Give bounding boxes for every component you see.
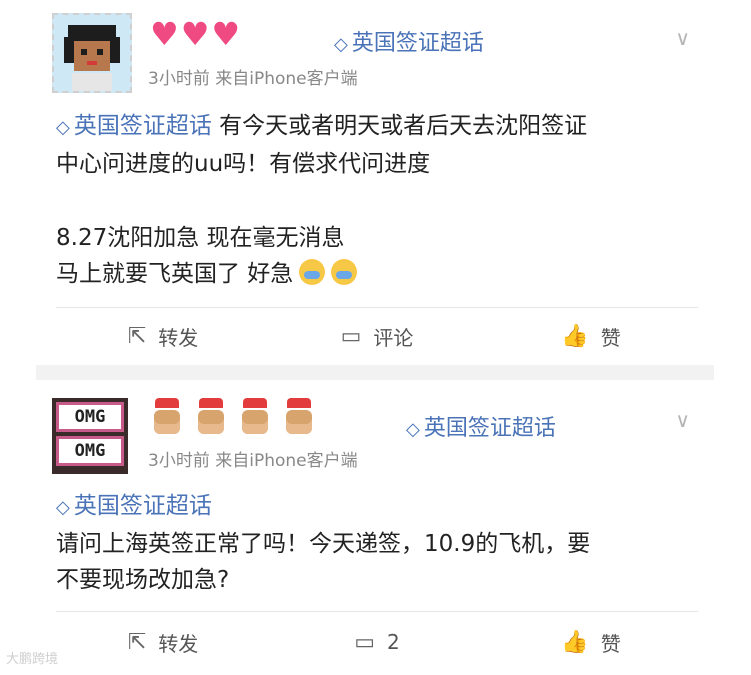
inline-topic-label: 英国签证超话 <box>73 493 212 519</box>
pixel-figure-icon <box>194 398 228 436</box>
comment-icon: ▭ <box>340 323 362 349</box>
crying-emoji-icon <box>331 259 358 285</box>
repost-button[interactable]: ⇱ 转发 <box>56 622 270 662</box>
post-separator <box>36 365 714 380</box>
topic-label: 英国签证超话 <box>351 31 484 56</box>
text-line-2: 不要现场改加急? <box>56 567 230 593</box>
watermark: 大鹏跨境 <box>6 652 59 667</box>
member-badges: ♥♥♥ <box>150 15 243 53</box>
topic-link[interactable]: ◇ 英国签证超话 <box>406 410 556 442</box>
diamond-icon: ◇ <box>406 419 420 440</box>
chevron-down-icon[interactable]: ∨ <box>675 408 690 432</box>
thumb-up-icon: 👍 <box>561 323 589 349</box>
text-line-4: 马上就要飞英国了 好急 <box>56 256 698 292</box>
member-badges <box>150 398 326 445</box>
diamond-icon: ◇ <box>334 34 348 55</box>
post-text: ◇ 英国签证超话 有今天或者明天或者后天去沈阳签证 中心问进度的uu吗！有偿求代问… <box>56 108 698 182</box>
text-line-3: 8.27沈阳加急 现在毫无消息 <box>56 225 345 251</box>
chevron-down-icon[interactable]: ∨ <box>675 26 690 50</box>
pixel-figure-icon <box>282 398 316 436</box>
comment-icon: ▭ <box>354 629 376 655</box>
pixel-figure-icon <box>238 398 272 436</box>
divider <box>56 307 698 308</box>
avatar-text: OMG <box>56 436 124 466</box>
text-line-4-label: 马上就要飞英国了 好急 <box>56 261 294 287</box>
diamond-icon: ◇ <box>56 117 70 138</box>
topic-label: 英国签证超话 <box>423 416 556 441</box>
avatar[interactable]: OMG OMG <box>52 398 128 474</box>
pixel-figure-icon <box>150 398 184 436</box>
comment-button[interactable]: ▭ 2 <box>270 622 484 662</box>
like-button[interactable]: 👍 赞 <box>484 316 698 356</box>
avatar[interactable] <box>52 13 132 93</box>
avatar-text: OMG <box>56 402 124 432</box>
repost-icon: ⇱ <box>127 629 147 655</box>
post-text-2: 8.27沈阳加急 现在毫无消息 马上就要飞英国了 好急 <box>56 220 698 292</box>
text-line-1: 请问上海英签正常了吗！今天递签，10.9的飞机，要 <box>56 531 591 557</box>
comment-label: 评论 <box>373 325 414 350</box>
crying-emoji-icon <box>299 259 326 285</box>
inline-topic-label: 英国签证超话 <box>73 113 212 139</box>
thumb-up-icon: 👍 <box>561 629 589 655</box>
repost-button[interactable]: ⇱ 转发 <box>56 316 270 356</box>
text-line-1: 有今天或者明天或者后天去沈阳签证 <box>219 113 588 139</box>
like-label: 赞 <box>600 325 621 350</box>
pixel-portrait-icon <box>54 15 130 91</box>
post-text: ◇ 英国签证超话 请问上海英签正常了吗！今天递签，10.9的飞机，要 不要现场改加… <box>56 488 698 598</box>
weibo-post: OMG OMG ◇ 英国签证超话 ∨ 3小时前 来自iPhone客户端 ◇ 英国签证… <box>36 380 714 675</box>
topic-link[interactable]: ◇ 英国签证超话 <box>334 25 484 57</box>
text-line-2: 中心问进度的uu吗！有偿求代问进度 <box>56 151 431 177</box>
comment-button[interactable]: ▭ 评论 <box>270 316 484 356</box>
text-line: ◇ 英国签证超话 有今天或者明天或者后天去沈阳签证 <box>56 108 698 146</box>
like-button[interactable]: 👍 赞 <box>484 622 698 662</box>
inline-topic-link[interactable]: ◇ 英国签证超话 <box>56 488 698 526</box>
inline-topic-link[interactable]: ◇ 英国签证超话 <box>56 113 212 139</box>
like-label: 赞 <box>600 631 621 656</box>
diamond-icon: ◇ <box>56 497 70 518</box>
divider <box>56 611 698 612</box>
post-meta: 3小时前 来自iPhone客户端 <box>148 451 358 471</box>
repost-label: 转发 <box>158 631 199 656</box>
repost-icon: ⇱ <box>127 323 147 349</box>
comment-count: 2 <box>387 630 400 654</box>
action-bar: ⇱ 转发 ▭ 2 👍 赞 <box>56 622 698 662</box>
post-meta: 3小时前 来自iPhone客户端 <box>148 69 358 89</box>
weibo-post: ♥♥♥ ◇ 英国签证超话 ∨ 3小时前 来自iPhone客户端 ◇ 英国签证超话 有… <box>36 0 714 365</box>
action-bar: ⇱ 转发 ▭ 评论 👍 赞 <box>56 316 698 356</box>
repost-label: 转发 <box>158 325 199 350</box>
